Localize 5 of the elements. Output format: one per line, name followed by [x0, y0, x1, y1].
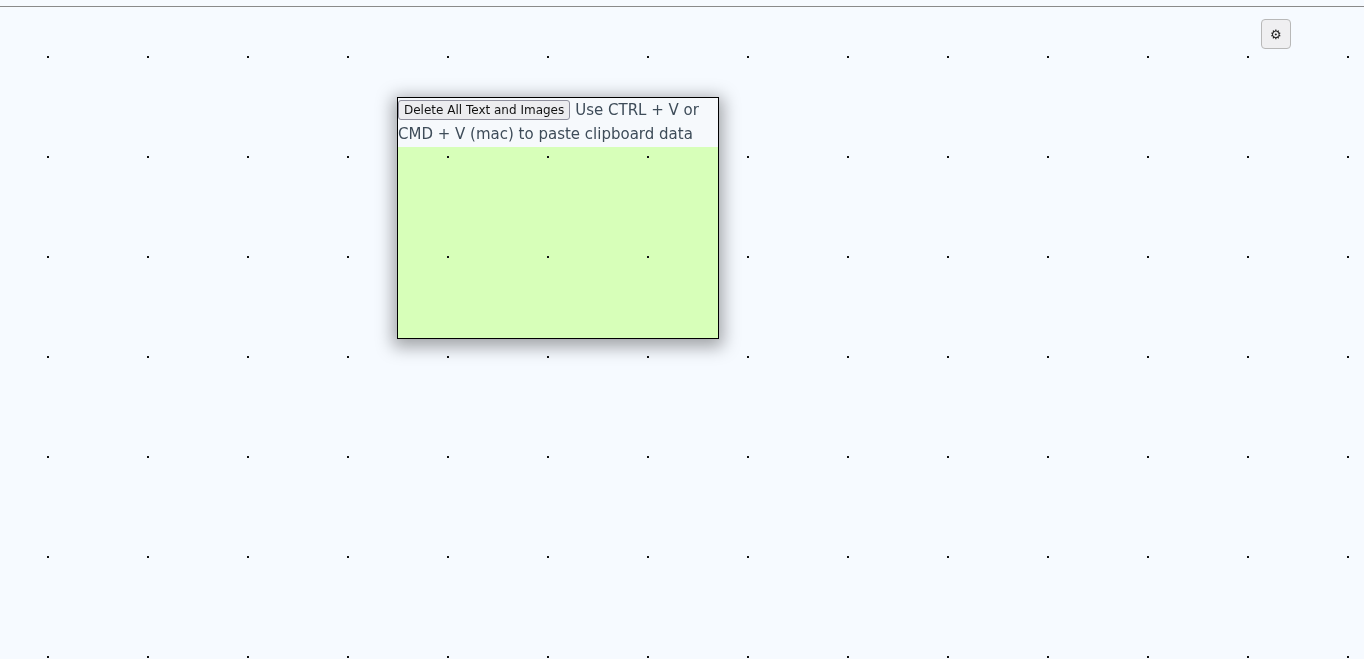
paste-area[interactable] — [398, 147, 718, 338]
paste-instructions: Use CTRL + V or — [575, 100, 699, 121]
delete-all-button[interactable]: Delete All Text and Images — [398, 100, 571, 120]
settings-button[interactable]: ⚙ — [1261, 19, 1291, 49]
paste-instructions: CMD + V (mac) to paste clipboard data — [398, 124, 694, 145]
